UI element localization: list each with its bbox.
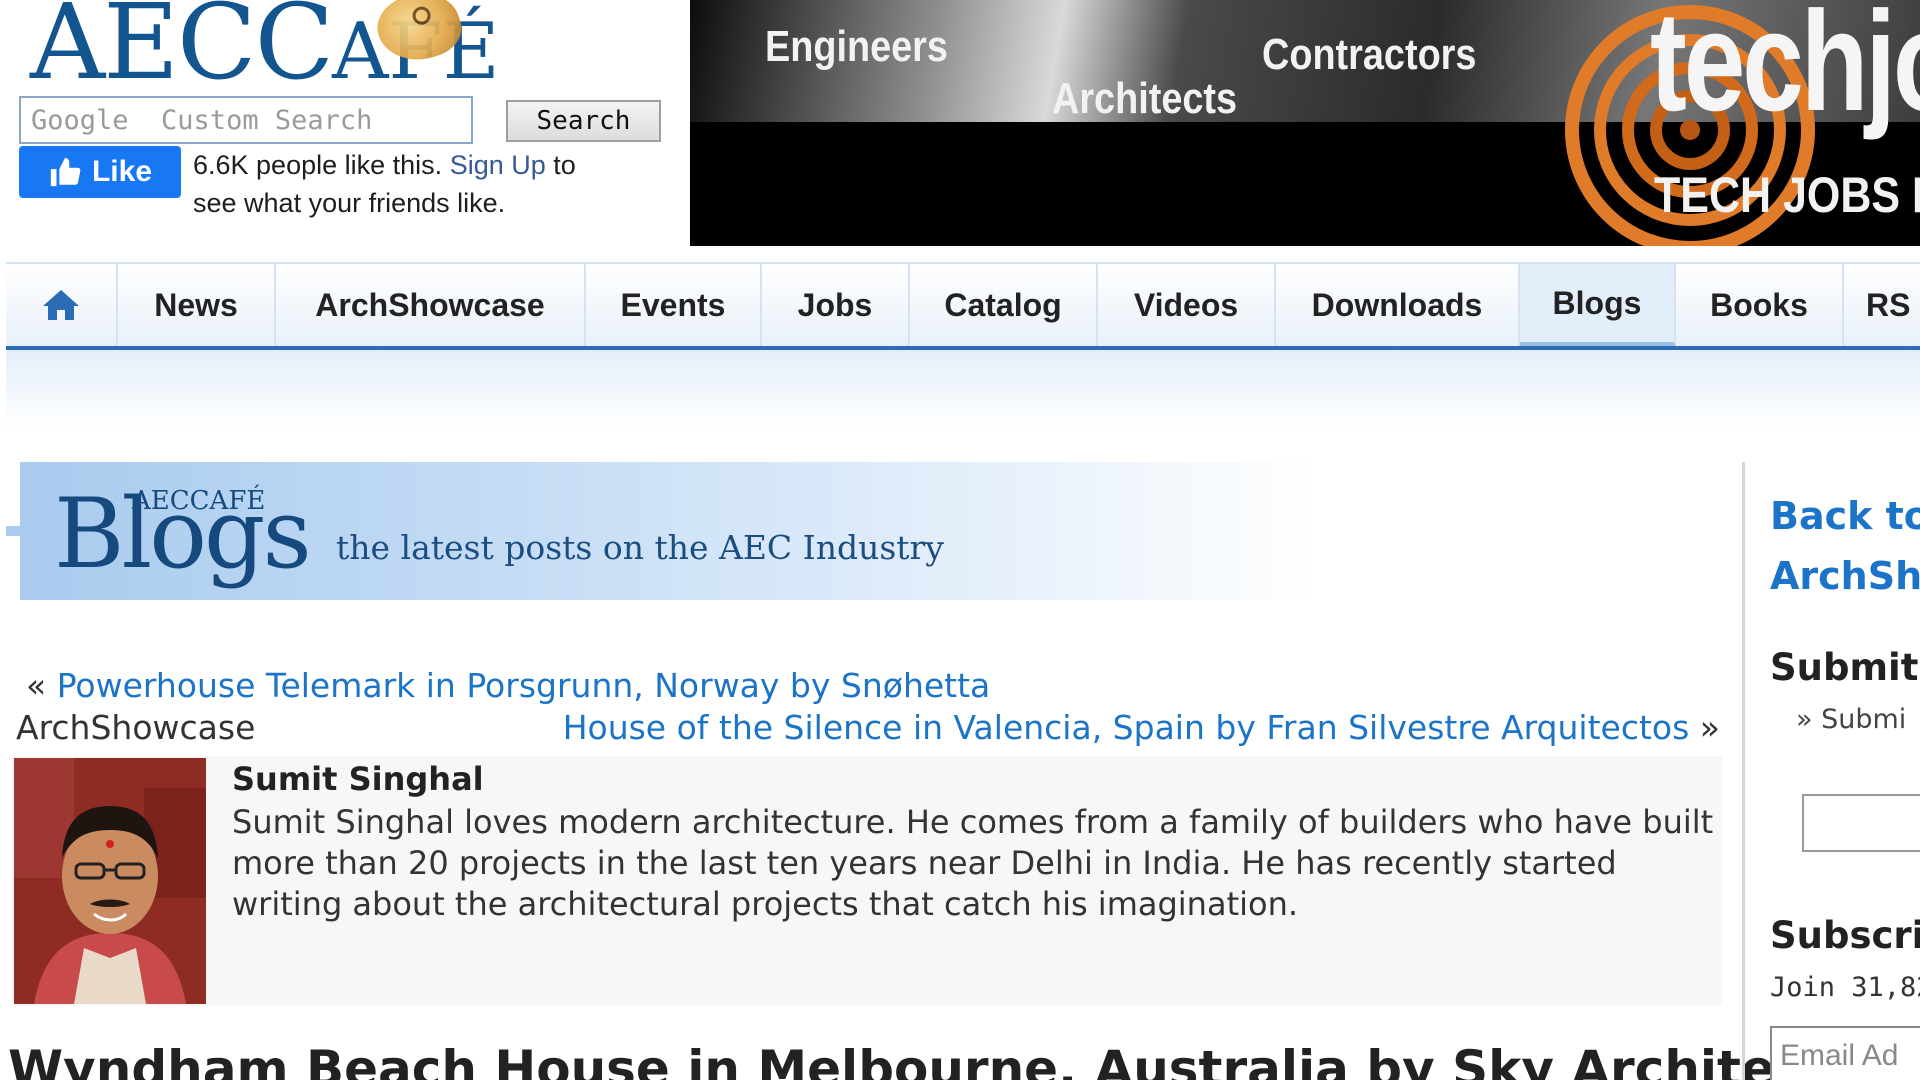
author-bio: Sumit Singhal loves modern architecture.… — [232, 803, 1714, 923]
main-nav: News ArchShowcase Events Jobs Catalog Vi… — [6, 262, 1920, 350]
post-category[interactable]: ArchShowcase — [16, 708, 255, 747]
nav-catalog[interactable]: Catalog — [910, 264, 1098, 346]
blogs-brand: AECCAFÉ — [132, 486, 266, 516]
banner-word-architects: Architects — [1052, 74, 1238, 123]
nav-events[interactable]: Events — [586, 264, 762, 346]
home-icon — [43, 290, 79, 320]
nav-books[interactable]: Books — [1676, 264, 1844, 346]
like-label: Like — [91, 155, 153, 188]
thumbs-up-icon — [50, 157, 81, 187]
next-post-link[interactable]: House of the Silence in Valencia, Spain … — [563, 708, 1690, 747]
back-to-archshowcase-link[interactable]: Back to ArchSh — [1770, 486, 1920, 606]
banner-word-contractors: Contractors — [1262, 30, 1477, 79]
author-box: Sumit Singhal Sumit Singhal loves modern… — [12, 756, 1722, 1006]
next-post-row: House of the Silence in Valencia, Spain … — [563, 708, 1720, 747]
facebook-like-text: 6.6K people like this. Sign Up to see wh… — [193, 146, 623, 222]
email-input[interactable] — [1770, 1026, 1920, 1080]
aeccafe-logo[interactable]: AECCAFÉ — [30, 0, 500, 97]
banner-word-engineers: Engineers — [765, 22, 948, 71]
next-arrow: » — [1699, 708, 1720, 747]
subscriber-count-text: Join 31,82 — [1770, 972, 1920, 1003]
nav-rss[interactable]: RS — [1844, 264, 1920, 346]
author-name: Sumit Singhal — [232, 760, 484, 798]
nav-subbar — [6, 350, 1920, 434]
previous-post-row: « Powerhouse Telemark in Porsgrunn, Norw… — [26, 666, 990, 705]
like-count: 6.6K people like this. — [193, 150, 443, 180]
post-title: Wyndham Beach House in Melbourne, Austra… — [8, 1040, 1829, 1080]
previous-post-link[interactable]: Powerhouse Telemark in Porsgrunn, Norway… — [57, 666, 991, 705]
author-photo — [14, 758, 206, 1004]
facebook-like-button[interactable]: Like — [19, 146, 181, 198]
submit-link[interactable]: » Submi — [1796, 704, 1906, 735]
author-avatar — [14, 758, 206, 1004]
blogs-tagline: the latest posts on the AEC Industry — [336, 528, 944, 567]
nav-archshowcase[interactable]: ArchShowcase — [276, 264, 586, 346]
nav-blogs[interactable]: Blogs — [1520, 264, 1676, 346]
search-input[interactable] — [19, 96, 473, 144]
nav-news[interactable]: News — [118, 264, 276, 346]
blogs-header-banner: Blogs AECCAFÉ the latest posts on the AE… — [20, 462, 1320, 600]
facebook-signup-link[interactable]: Sign Up — [450, 150, 546, 180]
subscribe-heading: Subscri — [1770, 914, 1920, 957]
search-button[interactable]: Search — [506, 100, 661, 142]
banner-tagline: TECH JOBS FO — [1654, 167, 1920, 223]
sidebar-divider — [1742, 462, 1745, 1080]
sidebar-text-field[interactable] — [1802, 794, 1920, 852]
prev-arrow: « — [26, 666, 47, 705]
nav-downloads[interactable]: Downloads — [1276, 264, 1520, 346]
banner-brand: techjo — [1650, 0, 1920, 141]
nav-videos[interactable]: Videos — [1098, 264, 1276, 346]
techjobs-banner-ad[interactable]: Engineers Contractors Architects techjo … — [690, 0, 1920, 246]
nav-jobs[interactable]: Jobs — [762, 264, 910, 346]
submit-heading: Submit — [1770, 646, 1919, 689]
nav-home[interactable] — [6, 264, 118, 346]
